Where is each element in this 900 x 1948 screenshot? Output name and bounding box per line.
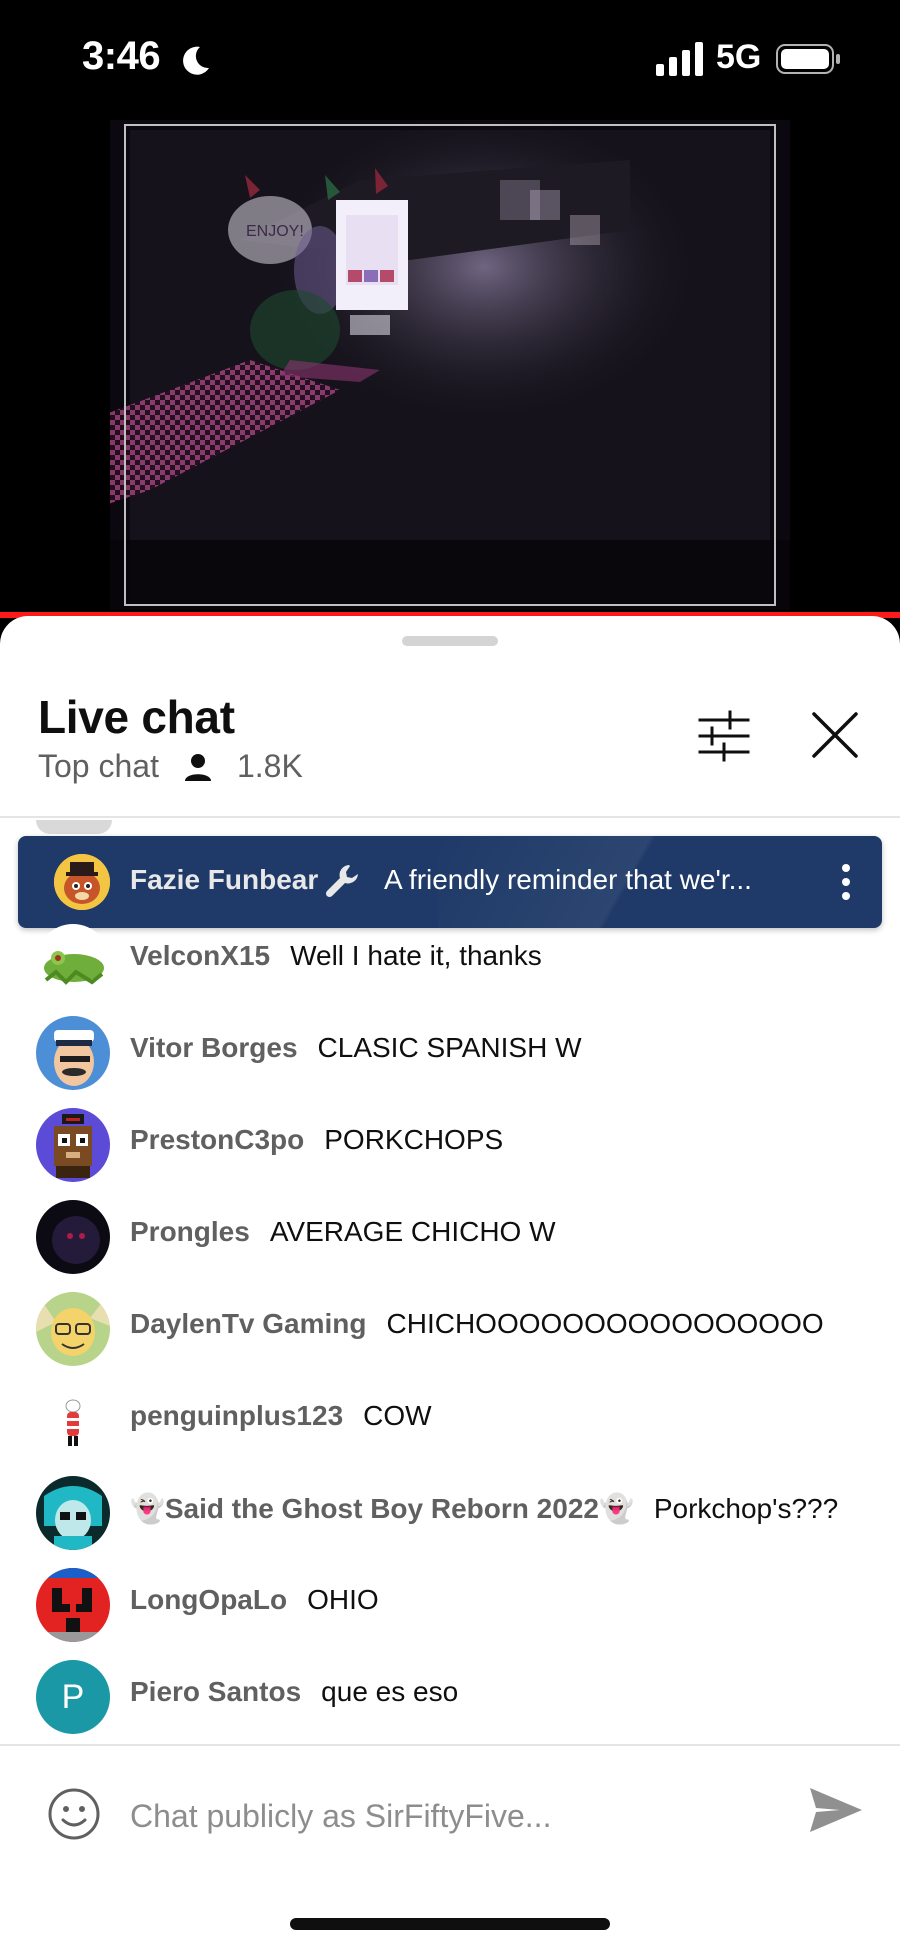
video-player[interactable]: ENJOY! xyxy=(0,100,900,614)
avatar-dark-image xyxy=(36,1200,110,1274)
message-line: 👻Said the Ghost Boy Reborn 2022👻 Porkchop… xyxy=(130,1492,838,1525)
message-text: AVERAGE CHICHO W xyxy=(269,1216,556,1247)
chat-mode-selector[interactable]: Top chat 1.8K xyxy=(38,748,303,785)
emoji-icon[interactable] xyxy=(46,1786,102,1842)
message-author[interactable]: Prongles xyxy=(130,1216,250,1247)
avatar[interactable] xyxy=(36,1384,110,1458)
chat-message[interactable]: P Piero Santos que es eso xyxy=(0,1650,900,1742)
message-line: Vitor Borges CLASIC SPANISH W xyxy=(130,1032,582,1064)
status-time: 3:46 xyxy=(82,34,161,78)
chat-input[interactable] xyxy=(130,1788,790,1844)
message-author[interactable]: Piero Santos xyxy=(130,1676,301,1707)
signal-icon xyxy=(656,42,703,76)
live-chat-panel: Live chat Top chat 1.8K Fazie Funbear A … xyxy=(0,616,900,1948)
message-line: penguinplus123 COW xyxy=(130,1400,432,1432)
message-author[interactable]: VelconX15 xyxy=(130,940,270,971)
avatar[interactable] xyxy=(36,1200,110,1274)
avatar[interactable] xyxy=(36,1108,110,1182)
message-text: Well I hate it, thanks xyxy=(290,940,542,971)
panel-title: Live chat xyxy=(38,691,235,743)
chat-message[interactable]: penguinplus123 COW xyxy=(0,1374,900,1466)
chat-message[interactable]: LongOpaLo OHIO xyxy=(0,1558,900,1650)
message-line: LongOpaLo OHIO xyxy=(130,1584,379,1616)
avatar[interactable]: P xyxy=(36,1660,110,1734)
avatar[interactable] xyxy=(36,1016,110,1090)
pinned-text: A friendly reminder that we'r... xyxy=(384,864,752,895)
avatar-pixel-bear-image xyxy=(36,1108,110,1182)
message-text: OHIO xyxy=(307,1584,379,1615)
message-text: CLASIC SPANISH W xyxy=(317,1032,582,1063)
message-text: CHICHOOOOOOOOOOOOOOOO xyxy=(386,1308,824,1339)
avatar-sailor-image xyxy=(36,1016,110,1090)
avatar-letter: P xyxy=(61,1677,85,1716)
message-text: que es eso xyxy=(321,1676,459,1707)
message-author[interactable]: Vitor Borges xyxy=(130,1032,298,1063)
viewer-count: 1.8K xyxy=(236,748,303,784)
send-icon[interactable] xyxy=(806,1782,866,1838)
message-line: DaylenTv Gaming CHICHOOOOOOOOOOOOOOOO xyxy=(130,1308,824,1340)
wrench-icon xyxy=(325,865,358,898)
filter-settings-icon[interactable] xyxy=(696,708,752,764)
avatar[interactable] xyxy=(36,1568,110,1642)
input-divider xyxy=(0,1744,900,1746)
message-line: Piero Santos que es eso xyxy=(130,1676,458,1708)
avatar-bear-image xyxy=(54,854,110,910)
message-line: VelconX15 Well I hate it, thanks xyxy=(130,940,542,972)
chat-message[interactable]: 👻Said the Ghost Boy Reborn 2022👻 Porkchop… xyxy=(0,1466,900,1558)
person-icon xyxy=(184,753,211,781)
avatar xyxy=(36,820,112,834)
avatar[interactable] xyxy=(36,924,110,998)
pinned-author: Fazie Funbear xyxy=(130,864,319,895)
video-frame-border xyxy=(124,124,776,606)
header-divider xyxy=(0,816,900,818)
avatar[interactable] xyxy=(36,1292,110,1366)
message-line: PrestonC3po PORKCHOPS xyxy=(130,1124,503,1156)
chat-message[interactable]: Prongles AVERAGE CHICHO W xyxy=(0,1190,900,1282)
home-indicator xyxy=(290,1918,610,1930)
chat-mode-label: Top chat xyxy=(38,748,159,784)
chat-message[interactable]: PrestonC3po PORKCHOPS xyxy=(0,1098,900,1190)
avatar-penguin-image xyxy=(36,1384,110,1458)
message-line: Prongles AVERAGE CHICHO W xyxy=(130,1216,556,1248)
message-author[interactable]: DaylenTv Gaming xyxy=(130,1308,367,1339)
network-type: 5G xyxy=(716,38,762,76)
avatar[interactable] xyxy=(36,1476,110,1550)
message-author[interactable]: PrestonC3po xyxy=(130,1124,304,1155)
avatar-red-block-image xyxy=(36,1568,110,1642)
avatar-anime-image xyxy=(36,1476,110,1550)
more-vert-icon[interactable] xyxy=(836,860,856,904)
battery-icon xyxy=(776,44,840,74)
message-author[interactable]: LongOpaLo xyxy=(130,1584,287,1615)
close-icon[interactable] xyxy=(806,706,864,764)
message-text: Porkchop's??? xyxy=(653,1493,839,1524)
chat-message[interactable]: DaylenTv Gaming CHICHOOOOOOOOOOOOOOOO xyxy=(0,1282,900,1374)
avatar-frog-image xyxy=(36,924,110,998)
avatar-cartoon-image xyxy=(36,1292,110,1366)
message-text: COW xyxy=(363,1400,432,1431)
chat-message[interactable]: Vitor Borges CLASIC SPANISH W xyxy=(0,1006,900,1098)
pinned-message[interactable]: Fazie Funbear A friendly reminder that w… xyxy=(18,836,882,928)
message-text: PORKCHOPS xyxy=(324,1124,504,1155)
avatar[interactable] xyxy=(54,854,110,910)
message-author[interactable]: penguinplus123 xyxy=(130,1400,343,1431)
drag-handle[interactable] xyxy=(402,636,498,646)
message-author[interactable]: 👻Said the Ghost Boy Reborn 2022👻 xyxy=(130,1493,634,1524)
moon-icon xyxy=(183,46,209,75)
